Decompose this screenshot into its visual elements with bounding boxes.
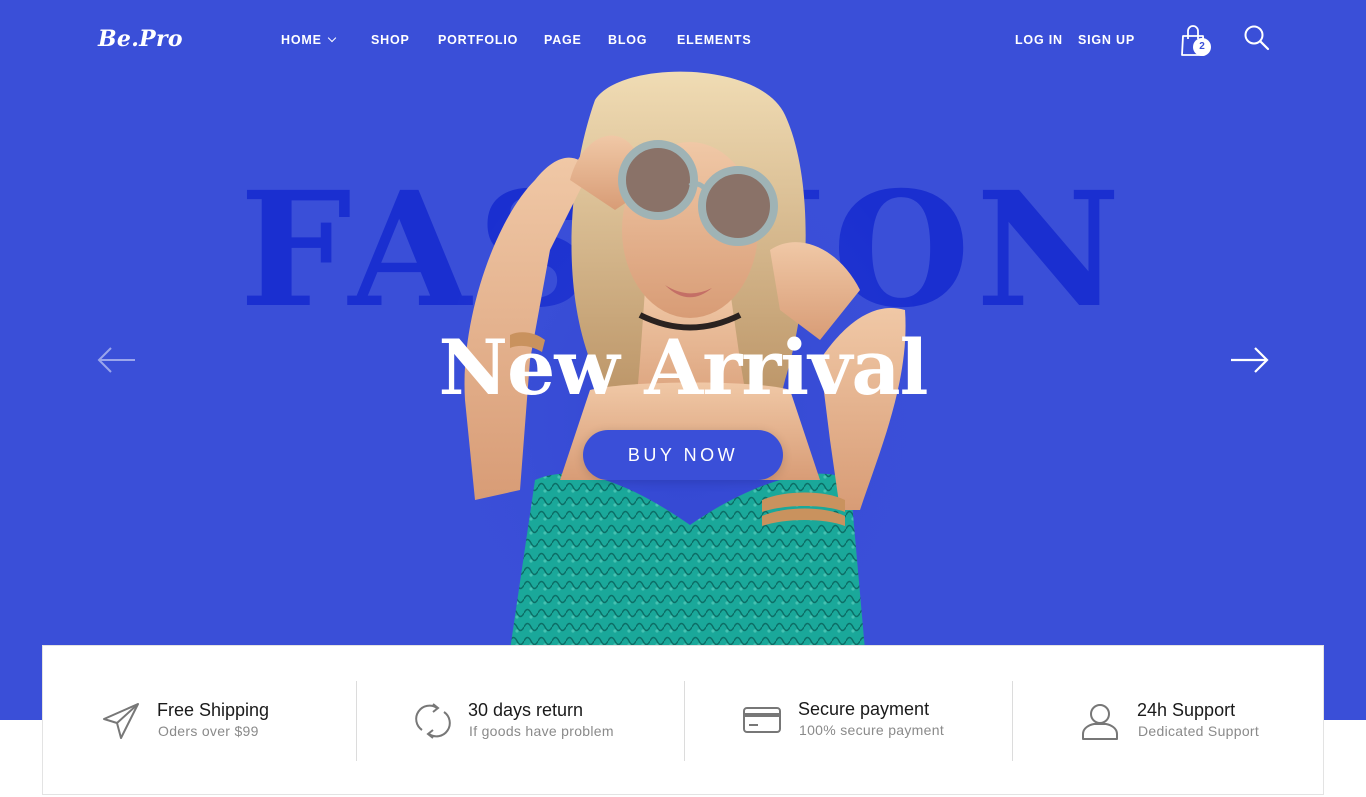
feature-support: 24h Support Dedicated Support [1013, 646, 1324, 796]
login-link[interactable]: LOG IN [1015, 33, 1063, 47]
refresh-icon [415, 703, 451, 739]
feature-free-shipping: Free Shipping Oders over $99 [43, 646, 356, 796]
main-nav: HOME SHOP PORTFOLIO PAGE BLOG ELEMENTS L… [0, 33, 1366, 49]
user-icon [1082, 704, 1118, 740]
paper-plane-icon [103, 703, 139, 739]
slider-next-button[interactable] [1228, 343, 1270, 377]
slider-prev-button[interactable] [96, 343, 138, 377]
credit-card-icon [743, 707, 781, 733]
feature-subtitle: Dedicated Support [1138, 723, 1260, 739]
arrow-left-icon [97, 347, 135, 373]
feature-subtitle: If goods have problem [469, 723, 614, 739]
feature-title: 30 days return [468, 700, 584, 720]
signup-link[interactable]: SIGN UP [1078, 33, 1135, 47]
feature-returns: 30 days return If goods have problem [357, 646, 684, 796]
cart-count-badge: 2 [1193, 38, 1211, 56]
feature-subtitle: 100% secure payment [799, 722, 945, 738]
nav-item-portfolio[interactable]: PORTFOLIO [438, 33, 518, 47]
nav-item-shop[interactable]: SHOP [371, 33, 410, 47]
feature-subtitle: Oders over $99 [158, 723, 259, 739]
nav-item-blog[interactable]: BLOG [608, 33, 647, 47]
feature-title: Free Shipping [157, 700, 270, 720]
feature-title: Secure payment [798, 699, 930, 719]
nav-item-home[interactable]: HOME [281, 33, 336, 47]
nav-item-label: HOME [281, 33, 322, 47]
hero-section: Be.Pro HOME SHOP PORTFOLIO PAGE BLOG ELE… [0, 0, 1366, 720]
nav-item-elements[interactable]: ELEMENTS [677, 33, 751, 47]
search-button[interactable] [1243, 24, 1271, 52]
hero-headline: New Arrival [438, 323, 929, 412]
nav-item-page[interactable]: PAGE [544, 33, 582, 47]
search-icon [1244, 25, 1270, 51]
feature-title: 24h Support [1137, 700, 1236, 720]
feature-secure-payment: Secure payment 100% secure payment [685, 646, 1012, 796]
buy-now-button[interactable]: BUY NOW [583, 430, 783, 480]
arrow-right-icon [1231, 347, 1269, 373]
features-bar: Free Shipping Oders over $99 30 days ret… [42, 645, 1324, 795]
chevron-down-icon [327, 33, 336, 43]
